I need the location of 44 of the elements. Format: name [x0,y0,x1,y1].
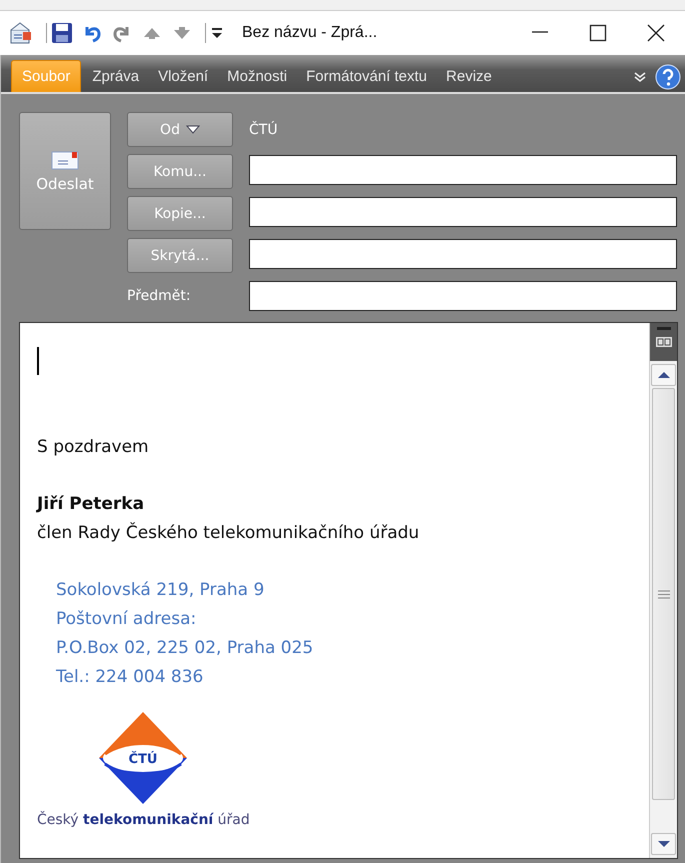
text-cursor [37,347,39,375]
envelope-icon [50,149,80,171]
scroll-down-icon [656,840,670,848]
signature-name: Jiří Peterka [37,493,144,516]
customize-icon [210,26,224,40]
ribbon-tab[interactable]: Formátování textu [298,61,436,92]
grip-icon [658,590,670,598]
dropdown-icon [186,125,200,134]
address-line: Tel.: 224 004 836 [56,666,204,689]
window-title: Bez názvu - Zprá... [242,24,378,42]
greeting-text: S pozdravem [37,436,149,459]
ribbon-tab[interactable]: Zpráva [84,61,148,92]
signature-position: člen Rady Českého telekomunikačního úřadu [37,521,420,545]
input-field[interactable] [249,197,677,227]
ribbon-tab[interactable]: Možnosti [219,61,296,92]
subject-field[interactable] [249,281,677,311]
view-icon [654,335,672,349]
address-line: P.O.Box 02, 225 02, Praha 025 [56,637,314,660]
maximize-icon[interactable] [588,23,608,43]
split-handle-icon [656,327,670,330]
scroll-up-icon [656,371,670,379]
input-field[interactable] [249,239,677,269]
logo-name: Český telekomunikační úřad [37,812,250,828]
save-icon [51,22,73,44]
help-icon[interactable] [655,64,681,90]
scrollbar[interactable] [649,323,677,858]
ribbon-tab[interactable]: Revize [438,61,500,92]
send-label: Odeslat [36,175,94,193]
ribbon-tab[interactable]: Vložení [150,61,216,92]
address-line: Poštovní adresa: [56,608,196,631]
subject-label: Předmět: [127,286,192,306]
sender-name: ČTÚ [249,120,279,140]
close-icon[interactable] [646,23,666,43]
ribbon-tab[interactable]: Soubor [11,60,82,92]
address-line: Sokolovská 219, Praha 9 [56,579,264,602]
input-field[interactable] [249,155,677,185]
chevron-icon[interactable] [633,70,647,82]
address-button[interactable]: Kopie... [127,196,233,231]
send-button[interactable]: Odeslat [19,112,111,230]
logo-drawing: ČTÚ [95,710,192,806]
from-button[interactable]: Od [127,112,233,147]
message-icon [8,21,34,45]
address-button[interactable]: Skrytá... [127,238,233,273]
address-button[interactable]: Komu... [127,154,233,189]
